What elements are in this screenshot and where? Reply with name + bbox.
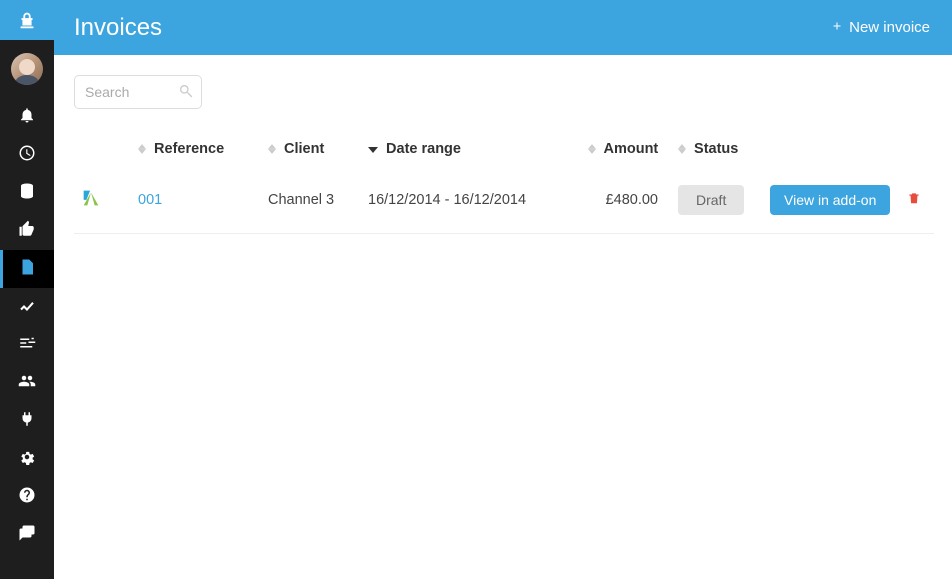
gear-icon <box>18 448 36 471</box>
search-input[interactable] <box>74 75 202 109</box>
trash-icon <box>907 190 921 210</box>
nav-integrations[interactable] <box>0 402 54 440</box>
client-name: Channel 3 <box>268 192 334 208</box>
sort-down-icon <box>368 141 378 157</box>
document-icon <box>18 258 36 281</box>
invoices-table: Reference Client Date range Amount <box>74 131 934 234</box>
clock-icon <box>18 144 36 167</box>
col-status[interactable]: Status <box>672 131 764 167</box>
new-invoice-label: New invoice <box>849 19 930 36</box>
nav-database[interactable] <box>0 174 54 212</box>
status-badge: Draft <box>678 185 744 215</box>
users-icon <box>18 372 36 395</box>
nav-filters[interactable] <box>0 326 54 364</box>
nav-time[interactable] <box>0 136 54 174</box>
nav-chat[interactable] <box>0 516 54 554</box>
client-logo-icon <box>80 187 102 209</box>
date-range: 16/12/2014 - 16/12/2014 <box>368 192 526 208</box>
nav <box>0 98 54 554</box>
help-icon <box>18 486 36 509</box>
topbar: Invoices New invoice <box>54 0 952 55</box>
nav-settings[interactable] <box>0 440 54 478</box>
table-header-row: Reference Client Date range Amount <box>74 131 934 167</box>
nav-invoices[interactable] <box>0 250 54 288</box>
main: Invoices New invoice Reference <box>54 0 952 579</box>
chart-icon <box>18 296 36 319</box>
sort-icon <box>588 144 596 154</box>
database-icon <box>18 182 36 205</box>
col-date-range[interactable]: Date range <box>362 131 582 167</box>
sidebar <box>0 0 54 579</box>
invoice-reference-link[interactable]: 001 <box>138 192 162 208</box>
nav-approvals[interactable] <box>0 212 54 250</box>
thumbsup-icon <box>18 220 36 243</box>
col-client[interactable]: Client <box>262 131 362 167</box>
sliders-icon <box>18 334 36 357</box>
nav-analytics[interactable] <box>0 288 54 326</box>
page-title: Invoices <box>74 14 162 42</box>
view-addon-button[interactable]: View in add-on <box>770 185 890 215</box>
sort-icon <box>138 144 146 154</box>
col-reference[interactable]: Reference <box>132 131 262 167</box>
user-avatar[interactable] <box>11 53 43 85</box>
search-wrap <box>74 75 202 109</box>
nav-notifications[interactable] <box>0 98 54 136</box>
table-row: 001 Channel 3 16/12/2014 - 16/12/2014 £4… <box>74 167 934 234</box>
nav-team[interactable] <box>0 364 54 402</box>
chat-icon <box>18 524 36 547</box>
sort-icon <box>268 144 276 154</box>
plug-icon <box>18 410 36 433</box>
nav-help[interactable] <box>0 478 54 516</box>
bell-icon <box>18 106 36 129</box>
delete-button[interactable] <box>901 187 927 213</box>
new-invoice-button[interactable]: New invoice <box>831 19 930 36</box>
app-logo[interactable] <box>0 0 54 40</box>
content: Reference Client Date range Amount <box>54 55 952 579</box>
amount-value: £480.00 <box>606 192 658 208</box>
plus-icon <box>831 19 843 36</box>
sort-icon <box>678 144 686 154</box>
col-amount[interactable]: Amount <box>582 131 672 167</box>
